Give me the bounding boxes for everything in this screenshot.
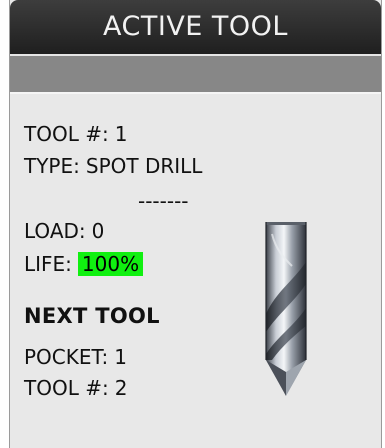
tool-number-label: TOOL #: bbox=[24, 122, 109, 146]
next-tool-number-label: TOOL #: bbox=[24, 376, 109, 400]
tool-life-label: LIFE: bbox=[24, 252, 72, 276]
tool-life-row: LIFE: 100% bbox=[24, 252, 144, 276]
tool-number-value: 1 bbox=[114, 122, 128, 146]
next-pocket-label: POCKET: bbox=[24, 345, 109, 369]
tool-life-value: 100% bbox=[77, 252, 144, 276]
sub-header-bar bbox=[10, 54, 381, 94]
tool-load-label: LOAD: bbox=[24, 219, 86, 243]
tool-type-row: TYPE: SPOT DRILL bbox=[24, 154, 202, 178]
tool-load-row: LOAD: 0 bbox=[24, 219, 104, 243]
next-tool-number-value: 2 bbox=[114, 376, 128, 400]
panel-title: ACTIVE TOOL bbox=[10, 0, 381, 54]
divider-dashes: ------- bbox=[138, 189, 189, 213]
next-tool-number-row: TOOL #: 2 bbox=[24, 376, 127, 400]
tool-load-value: 0 bbox=[91, 219, 105, 243]
next-pocket-row: POCKET: 1 bbox=[24, 345, 127, 369]
next-pocket-value: 1 bbox=[114, 345, 128, 369]
next-tool-heading: NEXT TOOL bbox=[24, 304, 160, 328]
tool-number-row: TOOL #: 1 bbox=[24, 122, 127, 146]
tool-type-value: SPOT DRILL bbox=[85, 154, 203, 178]
spot-drill-icon bbox=[265, 222, 307, 396]
tool-type-label: TYPE: bbox=[24, 154, 80, 178]
active-tool-panel: ACTIVE TOOL TOOL #: 1 TYPE: SPOT DRILL ---… bbox=[9, 0, 382, 448]
